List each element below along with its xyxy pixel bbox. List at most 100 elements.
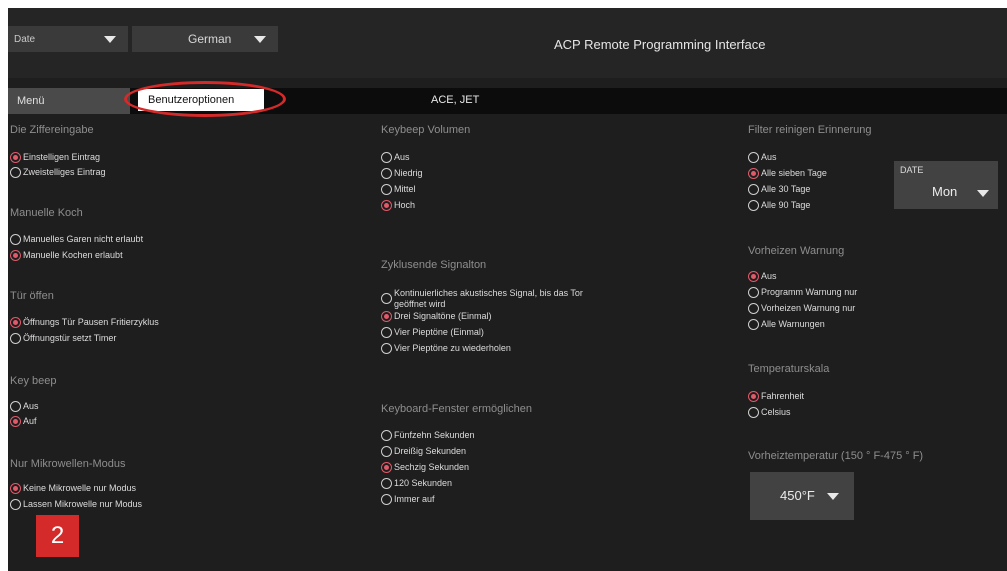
radio-option[interactable]: Alle sieben Tage bbox=[748, 168, 827, 179]
radio-option[interactable]: Einstelligen Eintrag bbox=[10, 152, 100, 163]
radio-option[interactable]: Alle 90 Tage bbox=[748, 200, 810, 211]
radio-label: Vier Pieptöne (Einmal) bbox=[394, 327, 484, 337]
day-dropdown-value: Mon bbox=[932, 184, 958, 199]
radio-button[interactable] bbox=[381, 446, 392, 457]
radio-option[interactable]: Dreißig Sekunden bbox=[381, 446, 466, 457]
radio-button[interactable] bbox=[381, 462, 392, 473]
radio-option[interactable]: Aus bbox=[381, 152, 410, 163]
radio-button[interactable] bbox=[381, 343, 392, 354]
header-bar: Date German ACP Remote Programming Inter… bbox=[8, 8, 1007, 78]
radio-option[interactable]: Lassen Mikrowelle nur Modus bbox=[10, 499, 142, 510]
radio-option[interactable]: Alle Warnungen bbox=[748, 319, 825, 330]
radio-button[interactable] bbox=[748, 271, 759, 282]
radio-option[interactable]: Celsius bbox=[748, 407, 791, 418]
radio-label: Programm Warnung nur bbox=[761, 287, 858, 297]
radio-button[interactable] bbox=[748, 184, 759, 195]
radio-option[interactable]: Programm Warnung nur bbox=[748, 287, 857, 298]
tab-menu[interactable]: Menü bbox=[8, 88, 130, 114]
radio-option[interactable]: Drei Signaltöne (Einmal) bbox=[381, 311, 492, 322]
step-badge: 2 bbox=[36, 515, 79, 557]
radio-button[interactable] bbox=[10, 234, 21, 245]
radio-option[interactable]: Vier Pieptöne (Einmal) bbox=[381, 327, 484, 338]
radio-button[interactable] bbox=[748, 303, 759, 314]
radio-option[interactable]: Aus bbox=[748, 271, 777, 282]
radio-button[interactable] bbox=[381, 327, 392, 338]
radio-option[interactable]: Öffnungs Tür Pausen Fritierzyklus bbox=[10, 317, 159, 328]
section-title: Keybeep Volumen bbox=[381, 124, 471, 136]
radio-option[interactable]: Fünfzehn Sekunden bbox=[381, 430, 475, 441]
radio-option[interactable]: Hoch bbox=[381, 200, 415, 211]
radio-option[interactable]: Fahrenheit bbox=[748, 391, 804, 402]
radio-button[interactable] bbox=[381, 293, 392, 304]
radio-label: Einstelligen Eintrag bbox=[23, 152, 101, 162]
radio-option[interactable]: 120 Sekunden bbox=[381, 478, 452, 489]
radio-option[interactable]: Immer auf bbox=[381, 494, 435, 505]
radio-option[interactable]: Kontinuierliches akustisches Signal, bis… bbox=[381, 288, 594, 310]
radio-button[interactable] bbox=[10, 317, 21, 328]
section-title: Key beep bbox=[10, 375, 57, 387]
radio-label: Dreißig Sekunden bbox=[394, 446, 467, 456]
radio-option[interactable]: Manuelles Garen nicht erlaubt bbox=[10, 234, 143, 245]
radio-button[interactable] bbox=[748, 319, 759, 330]
radio-button[interactable] bbox=[10, 167, 21, 178]
section-title: Manuelle Koch bbox=[10, 207, 83, 219]
radio-button[interactable] bbox=[10, 152, 21, 163]
radio-label: Aus bbox=[761, 271, 777, 281]
radio-option[interactable]: Auf bbox=[10, 416, 37, 427]
model-label: ACE, JET bbox=[431, 94, 480, 106]
tab-user-options[interactable]: Benutzeroptionen bbox=[138, 89, 264, 111]
radio-option[interactable]: Keine Mikrowelle nur Modus bbox=[10, 483, 136, 494]
radio-button[interactable] bbox=[748, 391, 759, 402]
radio-button[interactable] bbox=[10, 499, 21, 510]
radio-label: Niedrig bbox=[394, 168, 423, 178]
radio-button[interactable] bbox=[381, 168, 392, 179]
radio-button[interactable] bbox=[748, 152, 759, 163]
radio-label: Alle 90 Tage bbox=[761, 200, 811, 210]
preheat-temp-dropdown[interactable]: 450°F bbox=[750, 472, 854, 520]
radio-label: Aus bbox=[761, 152, 777, 162]
radio-button[interactable] bbox=[748, 200, 759, 211]
radio-label: Alle Warnungen bbox=[761, 319, 825, 329]
radio-label: Aus bbox=[394, 152, 410, 162]
radio-option[interactable]: Aus bbox=[10, 401, 39, 412]
language-dropdown[interactable]: German bbox=[132, 26, 278, 52]
radio-option[interactable]: Sechzig Sekunden bbox=[381, 462, 469, 473]
radio-option[interactable]: Manuelle Kochen erlaubt bbox=[10, 250, 123, 261]
radio-option[interactable]: Alle 30 Tage bbox=[748, 184, 810, 195]
radio-label: Öffnungs Tür Pausen Fritierzyklus bbox=[23, 317, 159, 327]
radio-button[interactable] bbox=[10, 483, 21, 494]
day-dropdown[interactable]: DATE Mon bbox=[894, 161, 998, 209]
radio-option[interactable]: Vier Pieptöne zu wiederholen bbox=[381, 343, 511, 354]
radio-option[interactable]: Mittel bbox=[381, 184, 416, 195]
radio-button[interactable] bbox=[10, 333, 21, 344]
chevron-down-icon bbox=[827, 493, 839, 500]
radio-button[interactable] bbox=[10, 416, 21, 427]
radio-label: Mittel bbox=[394, 184, 416, 194]
radio-button[interactable] bbox=[381, 494, 392, 505]
radio-button[interactable] bbox=[381, 478, 392, 489]
radio-option[interactable]: Aus bbox=[748, 152, 777, 163]
section-title: Tür öffen bbox=[10, 290, 54, 302]
date-dropdown[interactable]: Date bbox=[8, 26, 128, 52]
radio-button[interactable] bbox=[10, 401, 21, 412]
radio-option[interactable]: Vorheizen Warnung nur bbox=[748, 303, 855, 314]
radio-button[interactable] bbox=[381, 152, 392, 163]
section-title: Keyboard-Fenster ermöglichen bbox=[381, 403, 533, 415]
section-title: Zyklusende Signalton bbox=[381, 259, 487, 271]
section-title: Temperaturskala bbox=[748, 363, 830, 375]
radio-label: Auf bbox=[23, 416, 37, 426]
day-dropdown-label: DATE bbox=[900, 165, 924, 175]
radio-button[interactable] bbox=[381, 184, 392, 195]
radio-button[interactable] bbox=[10, 250, 21, 261]
radio-option[interactable]: Öffnungstür setzt Timer bbox=[10, 333, 116, 344]
radio-option[interactable]: Zweistelliges Eintrag bbox=[10, 167, 106, 178]
radio-button[interactable] bbox=[381, 200, 392, 211]
radio-button[interactable] bbox=[748, 287, 759, 298]
app-title: ACP Remote Programming Interface bbox=[554, 37, 766, 52]
radio-option[interactable]: Niedrig bbox=[381, 168, 423, 179]
radio-button[interactable] bbox=[748, 168, 759, 179]
radio-label: Aus bbox=[23, 401, 39, 411]
radio-button[interactable] bbox=[748, 407, 759, 418]
radio-button[interactable] bbox=[381, 311, 392, 322]
radio-button[interactable] bbox=[381, 430, 392, 441]
